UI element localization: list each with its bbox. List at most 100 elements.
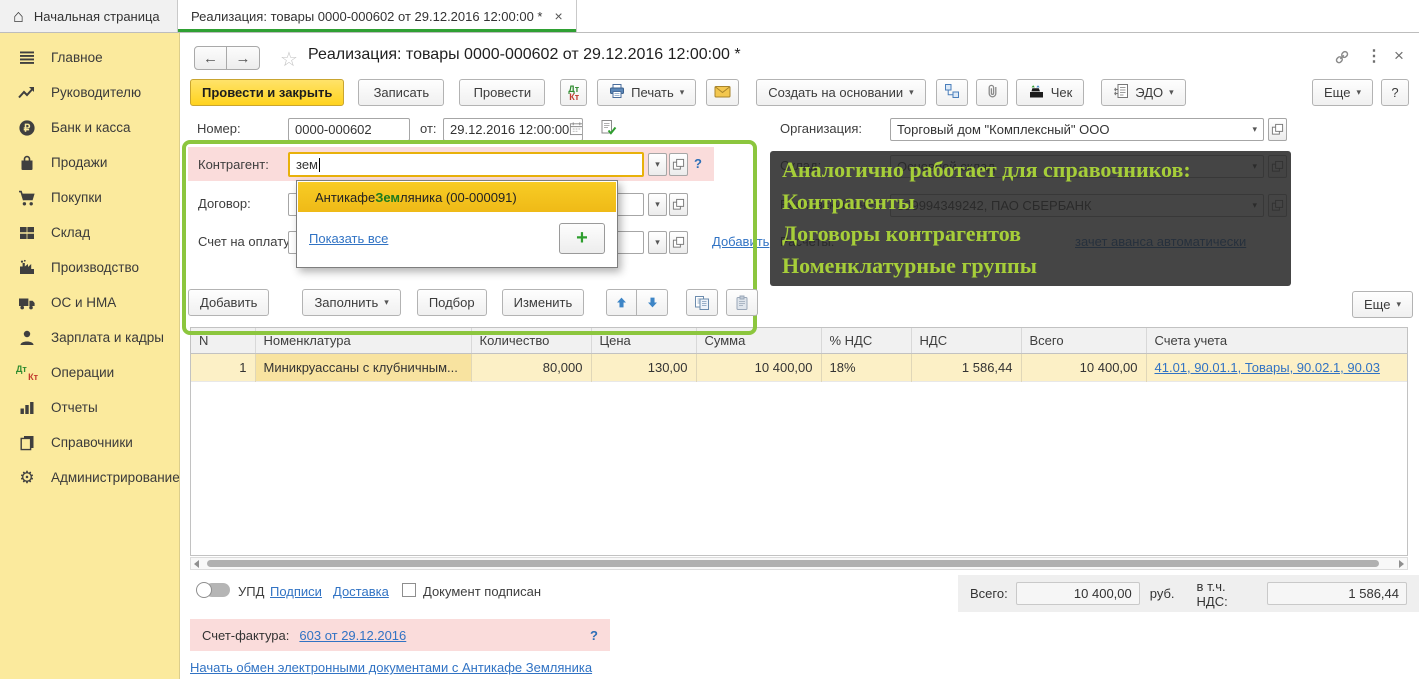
tab-close-icon[interactable]: × (554, 8, 562, 24)
show-all-link[interactable]: Показать все (309, 231, 388, 246)
upd-toggle[interactable] (196, 582, 230, 598)
related-documents-button[interactable] (935, 79, 968, 106)
scroll-right-arrow[interactable] (1399, 560, 1404, 568)
col-quantity[interactable]: Количество (471, 328, 592, 354)
col-vat[interactable]: НДС (911, 328, 1022, 354)
counterparty-help[interactable]: ? (694, 156, 702, 171)
edo-document-icon (1113, 83, 1129, 102)
forward-button[interactable]: → (227, 46, 260, 70)
organization-open-button[interactable] (1268, 118, 1287, 141)
cell-vat[interactable]: 1 586,44 (911, 353, 1022, 382)
delivery-link[interactable]: Доставка (333, 584, 389, 599)
sidebar-item-glavnoe[interactable]: Главное (0, 40, 179, 75)
sidebar-item-zarplata-kadry[interactable]: Зарплата и кадры (0, 320, 179, 355)
kebab-menu-icon[interactable]: ⋮ (1366, 46, 1382, 66)
copy-rows-button[interactable] (686, 289, 719, 316)
edo-button[interactable]: ЭДО ▾ (1101, 79, 1186, 106)
move-up-button[interactable] (606, 289, 638, 316)
payment-invoice-add-link[interactable]: Добавить (712, 234, 769, 249)
col-nomenclature[interactable]: Номенклатура (255, 328, 472, 354)
cell-total[interactable]: 10 400,00 (1021, 353, 1147, 382)
cell-sum[interactable]: 10 400,00 (696, 353, 822, 382)
col-n[interactable]: N (191, 328, 256, 354)
dtkt-postings-button[interactable]: Дт Кт (560, 79, 588, 106)
sidebar: Главное Руководителю ₽ Банк и касса Прод… (0, 33, 180, 679)
calendar-icon[interactable] (569, 121, 582, 139)
post-and-close-button[interactable]: Провести и закрыть (190, 79, 345, 106)
fill-button[interactable]: Заполнить ▾ (302, 289, 401, 316)
move-down-button[interactable] (637, 289, 669, 316)
signatures-link[interactable]: Подписи (270, 584, 322, 599)
cell-quantity[interactable]: 80,000 (471, 353, 592, 382)
write-button[interactable]: Записать (358, 79, 445, 106)
total-value: 10 400,00 (1015, 582, 1140, 605)
col-accounts[interactable]: Счета учета (1146, 328, 1407, 354)
sidebar-item-bank-kassa[interactable]: ₽ Банк и касса (0, 110, 179, 145)
horizontal-scrollbar[interactable] (190, 557, 1408, 570)
scroll-left-arrow[interactable] (194, 560, 199, 568)
change-button[interactable]: Изменить (501, 289, 585, 316)
link-icon[interactable] (1332, 48, 1352, 69)
sidebar-item-otchety[interactable]: Отчеты (0, 390, 179, 425)
cell-accounts: 41.01, 90.01.1, Товары, 90.02.1, 90.03 (1146, 353, 1407, 382)
number-input[interactable]: 0000-000602 (288, 118, 410, 141)
scrollbar-thumb[interactable] (207, 560, 1379, 567)
cell-vat-percent[interactable]: 18% (821, 353, 912, 382)
email-button[interactable] (706, 79, 740, 106)
cash-register-icon (1028, 83, 1045, 102)
col-vat-percent[interactable]: % НДС (821, 328, 912, 354)
sidebar-item-spravochniki[interactable]: Справочники (0, 425, 179, 460)
print-button[interactable]: Печать ▾ (597, 79, 697, 106)
tab-home[interactable]: ⌂ Начальная страница (0, 0, 178, 32)
toolbar-more-button[interactable]: Еще ▾ (1312, 79, 1373, 106)
counterparty-autocomplete-dropdown: Антикафе Зем ляника (00-000091) Показать … (296, 180, 618, 268)
post-button[interactable]: Провести (459, 79, 546, 106)
document-signed-checkbox[interactable] (402, 583, 416, 597)
col-price[interactable]: Цена (591, 328, 697, 354)
check-receipt-button[interactable]: Чек (1015, 79, 1085, 106)
sidebar-item-administrirovanie[interactable]: ⚙ Администрирование (0, 460, 179, 495)
sidebar-item-operacii[interactable]: Дт Кт Операции (0, 355, 179, 390)
row-add-button[interactable]: Добавить (188, 289, 270, 316)
contract-open-button[interactable] (669, 193, 688, 216)
sidebar-item-proizvodstvo[interactable]: Производство (0, 250, 179, 285)
invoice-link[interactable]: 603 от 29.12.2016 (299, 628, 406, 643)
tab-document[interactable]: Реализация: товары 0000-000602 от 29.12.… (178, 0, 577, 32)
attachments-button[interactable] (975, 79, 1008, 106)
window-close-icon[interactable]: × (1394, 46, 1404, 66)
add-new-button[interactable]: + (559, 223, 605, 254)
table-more-button[interactable]: Еще ▾ (1352, 291, 1413, 318)
selection-button[interactable]: Подбор (416, 289, 487, 316)
counterparty-input[interactable]: зем (288, 152, 644, 177)
sidebar-item-pokupki[interactable]: Покупки (0, 180, 179, 215)
invoice-help[interactable]: ? (590, 628, 598, 643)
cell-nomenclature[interactable]: Миникруассаны с клубничным... (255, 353, 472, 382)
autocomplete-item[interactable]: Антикафе Зем ляника (00-000091) (298, 182, 616, 212)
edo-exchange-link[interactable]: Начать обмен электронными документами с … (190, 660, 592, 675)
sidebar-item-sklad[interactable]: Склад (0, 215, 179, 250)
gear-icon: ⚙ (19, 468, 35, 487)
cell-price[interactable]: 130,00 (591, 353, 697, 382)
counterparty-dropdown-button[interactable]: ▾ (648, 153, 667, 176)
paste-rows-button[interactable] (726, 289, 759, 316)
vat-total-value: 1 586,44 (1267, 582, 1407, 605)
col-total[interactable]: Всего (1021, 328, 1147, 354)
payment-invoice-open-button[interactable] (669, 231, 688, 254)
counterparty-open-button[interactable] (669, 153, 688, 176)
contract-dropdown-button[interactable]: ▾ (648, 193, 667, 216)
col-sum[interactable]: Сумма (696, 328, 822, 354)
back-button[interactable]: ← (194, 46, 227, 70)
create-based-on-button[interactable]: Создать на основании ▾ (756, 79, 926, 106)
payment-invoice-dropdown-button[interactable]: ▾ (648, 231, 667, 254)
sidebar-item-prodazhi[interactable]: Продажи (0, 145, 179, 180)
favorite-star-icon[interactable]: ☆ (280, 47, 298, 72)
tab-document-label: Реализация: товары 0000-000602 от 29.12.… (191, 8, 543, 24)
organization-field[interactable]: Торговый дом "Комплексный" ООО ▾ (890, 118, 1264, 141)
help-button[interactable]: ? (1381, 79, 1409, 106)
accounts-link[interactable]: 41.01, 90.01.1, Товары, 90.02.1, 90.03 (1155, 360, 1380, 375)
sidebar-item-rukovoditelyu[interactable]: Руководителю (0, 75, 179, 110)
page-title: Реализация: товары 0000-000602 от 29.12.… (308, 46, 741, 63)
date-input[interactable]: 29.12.2016 12:00:00 (443, 118, 583, 141)
document-check-icon[interactable] (600, 119, 618, 139)
sidebar-item-os-nma[interactable]: ОС и НМА (0, 285, 179, 320)
